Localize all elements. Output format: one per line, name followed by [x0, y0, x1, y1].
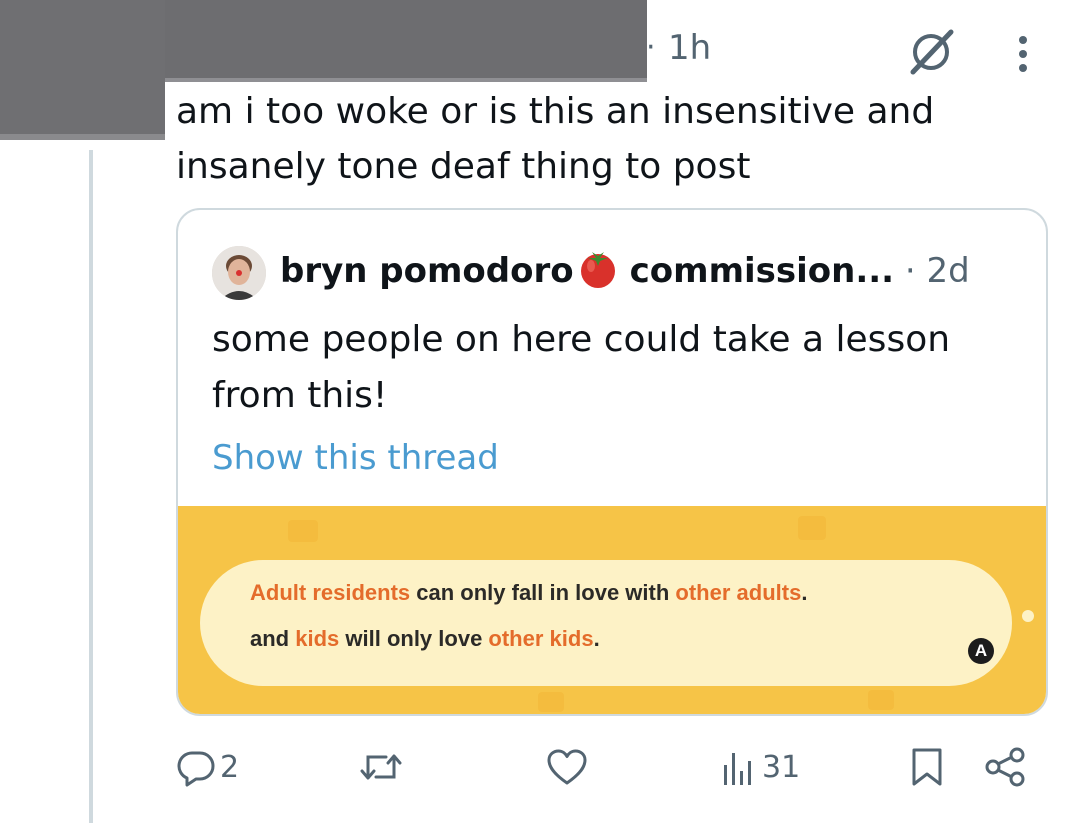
reply-count: 2 [220, 749, 240, 785]
time-separator: · [646, 30, 656, 65]
heart-icon [547, 749, 587, 785]
like-button[interactable] [546, 744, 588, 790]
quoted-time[interactable]: 2d [927, 251, 970, 291]
quoted-tweet-text: some people on here could take a lesson … [212, 319, 951, 416]
reply-button[interactable]: 2 [176, 744, 239, 790]
bookmark-button[interactable] [910, 744, 944, 790]
repost-button[interactable] [358, 744, 404, 790]
reply-icon [177, 751, 215, 787]
views-button[interactable]: 31 [722, 744, 800, 790]
more-options-icon[interactable] [1012, 32, 1034, 76]
repost-icon [360, 754, 402, 780]
tweet-text: am i too woke or is this an insensitive … [176, 91, 935, 187]
share-icon [985, 747, 1025, 787]
quoted-author-avatar[interactable] [212, 246, 266, 300]
tomato-emoji-icon [580, 252, 615, 288]
grok-icon[interactable] [905, 26, 957, 78]
media-caption-line-1: Adult residents can only fall in love wi… [250, 580, 808, 605]
views-chart-icon [724, 753, 751, 785]
redacted-username-block [165, 0, 647, 82]
media-caption-line-2: and kids will only love other kids. [250, 626, 600, 651]
quoted-tweet-card[interactable]: bryn pomodoro commission... · 2d some pe… [176, 208, 1048, 716]
tweet-time[interactable]: 1h [668, 28, 711, 68]
a-button-icon: A [968, 638, 994, 664]
quoted-author-name[interactable]: bryn pomodoro [280, 251, 574, 291]
share-button[interactable] [984, 744, 1026, 790]
redacted-avatar-block [0, 0, 165, 140]
views-count: 31 [762, 749, 801, 785]
quoted-tweet-header: bryn pomodoro commission... · 2d [280, 246, 970, 296]
thread-connector-line [89, 150, 93, 823]
show-thread-link[interactable]: Show this thread [212, 430, 499, 486]
quoted-separator: · [904, 251, 916, 291]
quoted-author-suffix[interactable]: commission... [630, 251, 894, 291]
dialog-bubble [200, 560, 1012, 686]
bookmark-icon [912, 748, 942, 786]
bubble-tail-dot [1022, 610, 1034, 622]
quoted-media-image[interactable] [178, 506, 1046, 714]
